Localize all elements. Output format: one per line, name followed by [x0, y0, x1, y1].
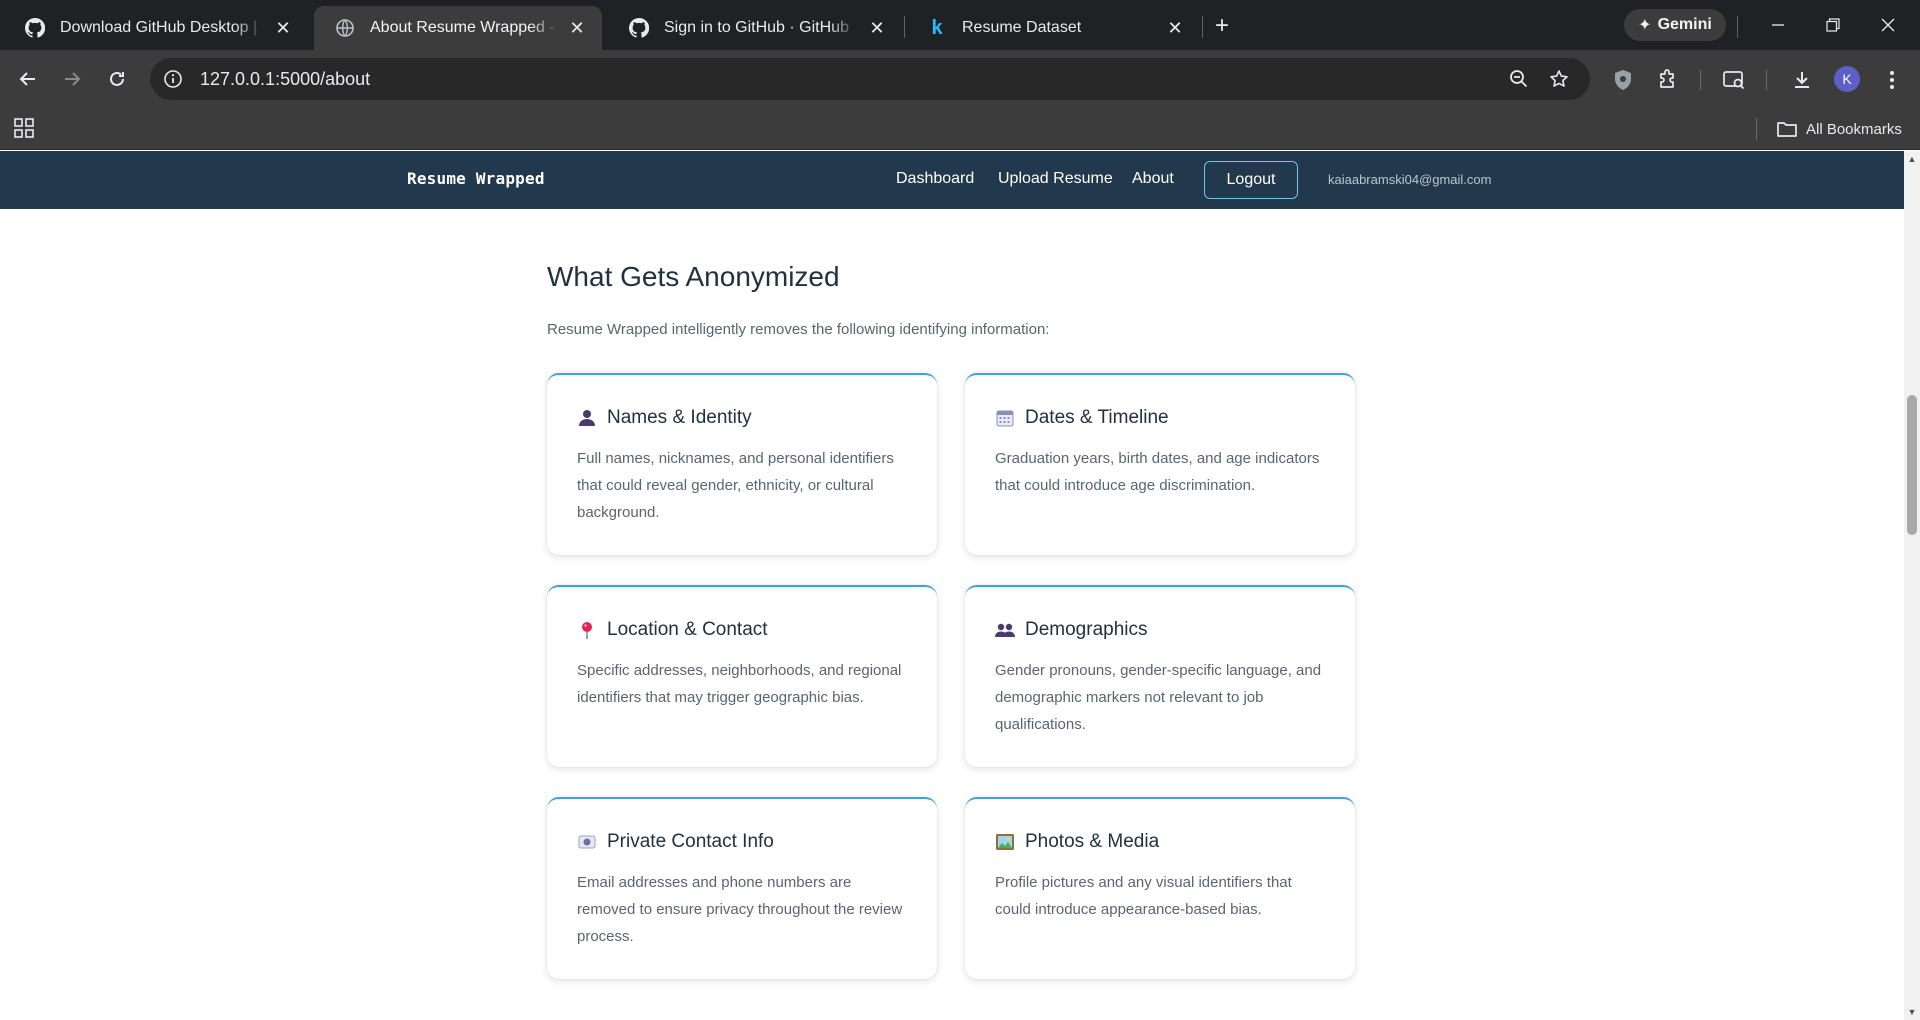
scroll-up-arrow-icon[interactable]: ▲ [1907, 154, 1917, 164]
card-text: Full names, nicknames, and personal iden… [577, 450, 894, 521]
restore-button[interactable] [1813, 10, 1853, 40]
toolbar-divider [1766, 70, 1767, 90]
close-icon[interactable]: ✕ [566, 17, 588, 39]
card-title: Private Contact Info [607, 831, 774, 852]
app-navbar: Resume Wrapped Dashboard Upload Resume A… [0, 151, 1904, 209]
bookmarks-bar: All Bookmarks [0, 108, 1920, 150]
card-names-identity: Names & Identity Full names, nicknames, … [547, 373, 937, 555]
scrollbar-thumb[interactable] [1907, 395, 1917, 535]
back-button[interactable] [12, 63, 44, 95]
arrow-right-icon [65, 72, 81, 86]
downloads-icon[interactable] [1788, 66, 1816, 94]
minimize-icon [1772, 24, 1784, 26]
zoom-icon[interactable] [1506, 66, 1532, 92]
tab-title: Download GitHub Desktop | GitHub [60, 19, 264, 36]
page-scrollbar[interactable]: ▲ ▼ [1904, 151, 1920, 1020]
all-bookmarks-label: All Bookmarks [1806, 120, 1902, 138]
card-dates-timeline: Dates & Timeline Graduation years, birth… [965, 373, 1355, 555]
reload-icon [110, 71, 124, 86]
card-title: Dates & Timeline [1025, 407, 1169, 428]
card-location-contact: Location & Contact Specific addresses, n… [547, 585, 937, 767]
url-text[interactable]: 127.0.0.1:5000/about [200, 69, 370, 90]
gemini-button[interactable]: ✦ Gemini [1624, 9, 1726, 41]
browser-tab-bar: Download GitHub Desktop | GitHub ✕ About… [0, 0, 1920, 50]
arrow-left-icon [19, 72, 35, 86]
nav-link-upload-resume[interactable]: Upload Resume [998, 170, 1113, 188]
site-info-icon[interactable] [156, 62, 190, 96]
section-intro: Resume Wrapped intelligently removes the… [547, 321, 1050, 338]
card-text: Gender pronouns, gender-specific languag… [995, 662, 1322, 733]
forward-button[interactable] [56, 63, 88, 95]
tab-separator [904, 16, 905, 38]
close-icon[interactable]: ✕ [1164, 17, 1186, 39]
tab-resume-dataset[interactable]: k Resume Dataset ✕ [906, 6, 1200, 50]
card-private-contact-info: Private Contact Info Email addresses and… [547, 797, 937, 979]
close-icon[interactable]: ✕ [272, 17, 294, 39]
tab-about-resume-wrapped[interactable]: About Resume Wrapped - Fair Hiring ✕ [314, 6, 602, 50]
new-tab-button[interactable]: + [1208, 12, 1236, 40]
brand-logo[interactable]: Resume Wrapped [407, 169, 545, 188]
close-icon[interactable]: ✕ [866, 17, 888, 39]
restore-icon [1826, 18, 1840, 32]
close-window-button[interactable] [1868, 10, 1908, 40]
profile-avatar[interactable]: K [1834, 66, 1860, 92]
github-icon [628, 17, 650, 39]
toolbar-separator [1737, 16, 1738, 38]
close-icon [1881, 18, 1895, 32]
people-icon [995, 620, 1015, 640]
scroll-down-arrow-icon[interactable]: ▼ [1907, 1007, 1917, 1017]
reload-button[interactable] [101, 63, 133, 95]
bookmarks-divider [1756, 118, 1757, 140]
address-bar[interactable]: 127.0.0.1:5000/about [150, 58, 1590, 100]
id-card-icon [577, 832, 597, 852]
card-title: Photos & Media [1025, 831, 1160, 852]
calendar-icon [995, 408, 1015, 428]
tab-title: About Resume Wrapped - Fair Hiring [370, 19, 558, 36]
nav-link-about[interactable]: About [1132, 170, 1174, 188]
all-bookmarks-button[interactable]: All Bookmarks [1776, 116, 1902, 142]
section-title: What Gets Anonymized [547, 261, 840, 292]
logout-button[interactable]: Logout [1204, 161, 1298, 199]
card-text: Specific addresses, neighborhoods, and r… [577, 662, 902, 706]
sparkle-icon: ✦ [1638, 17, 1652, 34]
card-text: Email addresses and phone numbers are re… [577, 874, 903, 945]
tab-search-icon[interactable] [1720, 66, 1748, 94]
kebab-menu-icon[interactable] [1878, 66, 1906, 94]
tab-download-github-desktop[interactable]: Download GitHub Desktop | GitHub ✕ [4, 6, 308, 50]
globe-icon [334, 17, 356, 39]
apps-grid-icon[interactable] [12, 116, 36, 140]
card-title: Location & Contact [607, 619, 768, 640]
card-photos-media: Photos & Media Profile pictures and any … [965, 797, 1355, 979]
extensions-puzzle-icon[interactable] [1654, 66, 1682, 94]
pushpin-icon [577, 620, 597, 640]
kaggle-icon: k [931, 16, 943, 39]
gemini-label: Gemini [1657, 16, 1712, 33]
tab-sign-in-github[interactable]: Sign in to GitHub · GitHub ✕ [608, 6, 902, 50]
card-text: Graduation years, birth dates, and age i… [995, 450, 1320, 494]
page-viewport: Resume Wrapped Dashboard Upload Resume A… [0, 151, 1904, 1020]
tab-separator [1202, 16, 1203, 38]
folder-icon [1777, 122, 1797, 137]
tab-title: Resume Dataset [962, 19, 1082, 36]
browser-toolbar: 127.0.0.1:5000/about K [0, 50, 1920, 108]
user-email: kaiaabramski04@gmail.com [1328, 172, 1492, 187]
card-demographics: Demographics Gender pronouns, gender-spe… [965, 585, 1355, 767]
picture-icon [995, 832, 1015, 852]
card-title: Names & Identity [607, 407, 752, 428]
bookmark-star-icon[interactable] [1546, 66, 1572, 92]
github-icon [24, 17, 46, 39]
minimize-button[interactable] [1758, 10, 1798, 40]
shield-extension-icon[interactable] [1609, 66, 1637, 94]
card-title: Demographics [1025, 619, 1148, 640]
person-icon [577, 408, 597, 428]
toolbar-divider [1700, 70, 1701, 90]
nav-link-dashboard[interactable]: Dashboard [896, 170, 974, 188]
card-text: Profile pictures and any visual identifi… [995, 874, 1292, 918]
tab-title: Sign in to GitHub · GitHub [664, 19, 849, 36]
